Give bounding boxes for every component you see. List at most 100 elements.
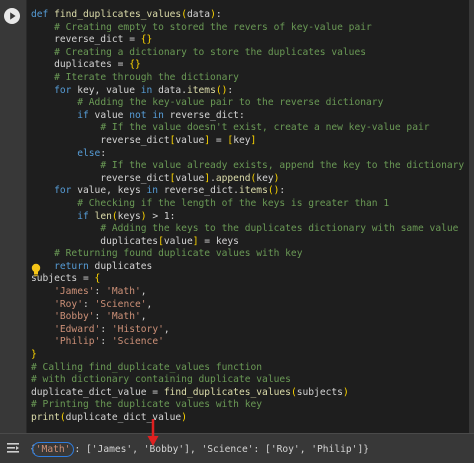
- code-token: value: [175, 172, 205, 184]
- code-token: find_duplicates_values: [54, 9, 182, 20]
- code-token: ,: [163, 323, 170, 335]
- code-line: print(duplicate_dict_value): [31, 412, 464, 425]
- code-token: reverse_dict:: [163, 109, 245, 121]
- code-token: 'History': [111, 323, 164, 335]
- code-token: return: [54, 260, 89, 272]
- code-token: 'Science': [94, 298, 147, 310]
- code-token: value: [163, 235, 193, 247]
- code-line: 'James': 'Math',: [31, 286, 464, 299]
- code-token: # with dictionary containing duplicate v…: [31, 374, 291, 386]
- code-token: data: [186, 9, 211, 20]
- code-token: :: [94, 286, 107, 298]
- code-token: in: [140, 84, 153, 96]
- code-token: duplicate_dict_value =: [31, 386, 164, 398]
- code-token: find_duplicates_values: [163, 386, 291, 398]
- code-token: ): [342, 386, 349, 398]
- code-token: ): [181, 412, 187, 423]
- code-token: # Calling find_duplicate_values function: [31, 361, 263, 373]
- code-token: ): [273, 172, 280, 184]
- code-token: else: [77, 147, 101, 159]
- code-line: reverse_dict[value].append(key): [31, 173, 464, 186]
- code-token: # Adding the keys to the duplicates dict…: [100, 223, 459, 235]
- code-token: reverse_dict: [31, 172, 170, 184]
- code-token: # Iterate through the dictionary: [54, 71, 239, 83]
- code-token: not in: [129, 109, 164, 121]
- code-token: 'Math': [106, 286, 141, 298]
- code-line: def find_duplicates_values(data):: [31, 9, 464, 22]
- code-line: # Printing the duplicate values with key: [31, 399, 464, 412]
- output-text: {'Math': ['James', 'Bobby'], 'Science': …: [30, 442, 369, 457]
- code-token: duplicates: [31, 235, 159, 247]
- output-menu-icon[interactable]: [6, 441, 20, 455]
- code-token: ,: [140, 286, 147, 298]
- code-token: value: [88, 109, 130, 121]
- code-token: value: [175, 134, 205, 146]
- code-token: # Creating empty to stored the revers of…: [54, 21, 372, 33]
- code-token: duplicates: [88, 260, 153, 272]
- code-token: ,: [146, 298, 153, 310]
- code-line: # Calling find_duplicate_values function: [31, 362, 464, 375]
- code-line: # with dictionary containing duplicate v…: [31, 374, 464, 387]
- code-line: else:: [31, 148, 464, 161]
- code-token: for: [54, 84, 72, 96]
- code-line: 'Bobby': 'Math',: [31, 311, 464, 324]
- code-token: # Adding the key-value pair to the rever…: [77, 97, 384, 109]
- code-token: :: [100, 336, 112, 348]
- code-line: # Creating a dictionary to store the dup…: [31, 47, 464, 60]
- code-token: print: [31, 412, 60, 423]
- code-line: duplicates = {}: [31, 59, 464, 72]
- code-token: subjects: [296, 386, 343, 398]
- code-token: reverse_dict: [31, 134, 170, 146]
- code-lines: def find_duplicates_values(data): # Crea…: [31, 9, 464, 425]
- lightbulb-icon[interactable]: [30, 263, 42, 277]
- code-line: }: [31, 349, 464, 362]
- cell-gutter: [0, 0, 26, 433]
- output-key: 'Math': [35, 444, 71, 455]
- code-token: items: [238, 185, 268, 197]
- code-token: :: [100, 147, 107, 159]
- code-token: if: [77, 210, 89, 222]
- output-rest: : ['James', 'Bobby'], 'Science': ['Roy',…: [74, 444, 370, 455]
- code-editor[interactable]: def find_duplicates_values(data): # Crea…: [26, 0, 469, 433]
- code-token: len: [94, 210, 112, 222]
- code-token: duplicate_dict_value: [65, 412, 182, 423]
- code-token: :: [100, 323, 112, 335]
- code-token: ]: [250, 134, 257, 146]
- code-token: {}: [140, 34, 153, 46]
- code-token: # Returning found duplicate values with …: [54, 248, 303, 260]
- code-token: :: [94, 311, 107, 323]
- code-token: :: [83, 298, 95, 310]
- red-arrow-icon: [147, 419, 159, 446]
- code-token: data.: [152, 84, 187, 96]
- code-line: subjects = {: [31, 273, 464, 286]
- code-token: # Creating a dictionary to store the dup…: [54, 46, 367, 58]
- code-cell[interactable]: def find_duplicates_values(data): # Crea…: [0, 0, 474, 433]
- code-token: = keys: [198, 235, 239, 247]
- code-token: 'Bobby': [54, 311, 95, 323]
- code-token: # If the value already exists, append th…: [100, 160, 465, 172]
- code-token: 'James': [54, 286, 95, 298]
- code-line: # Returning found duplicate values with …: [31, 248, 464, 261]
- code-token: append: [215, 172, 251, 184]
- code-token: key: [256, 172, 274, 184]
- code-line: duplicates[value] = keys: [31, 236, 464, 249]
- code-line: return duplicates: [31, 261, 464, 274]
- output-area: {'Math': ['James', 'Bobby'], 'Science': …: [0, 434, 474, 463]
- code-token: (): [267, 185, 280, 197]
- code-line: # Adding the key-value pair to the rever…: [31, 97, 464, 110]
- code-line: reverse_dict[value] = [key]: [31, 135, 464, 148]
- code-token: # Printing the duplicate values with key: [31, 399, 263, 411]
- run-cell-button[interactable]: [4, 8, 20, 24]
